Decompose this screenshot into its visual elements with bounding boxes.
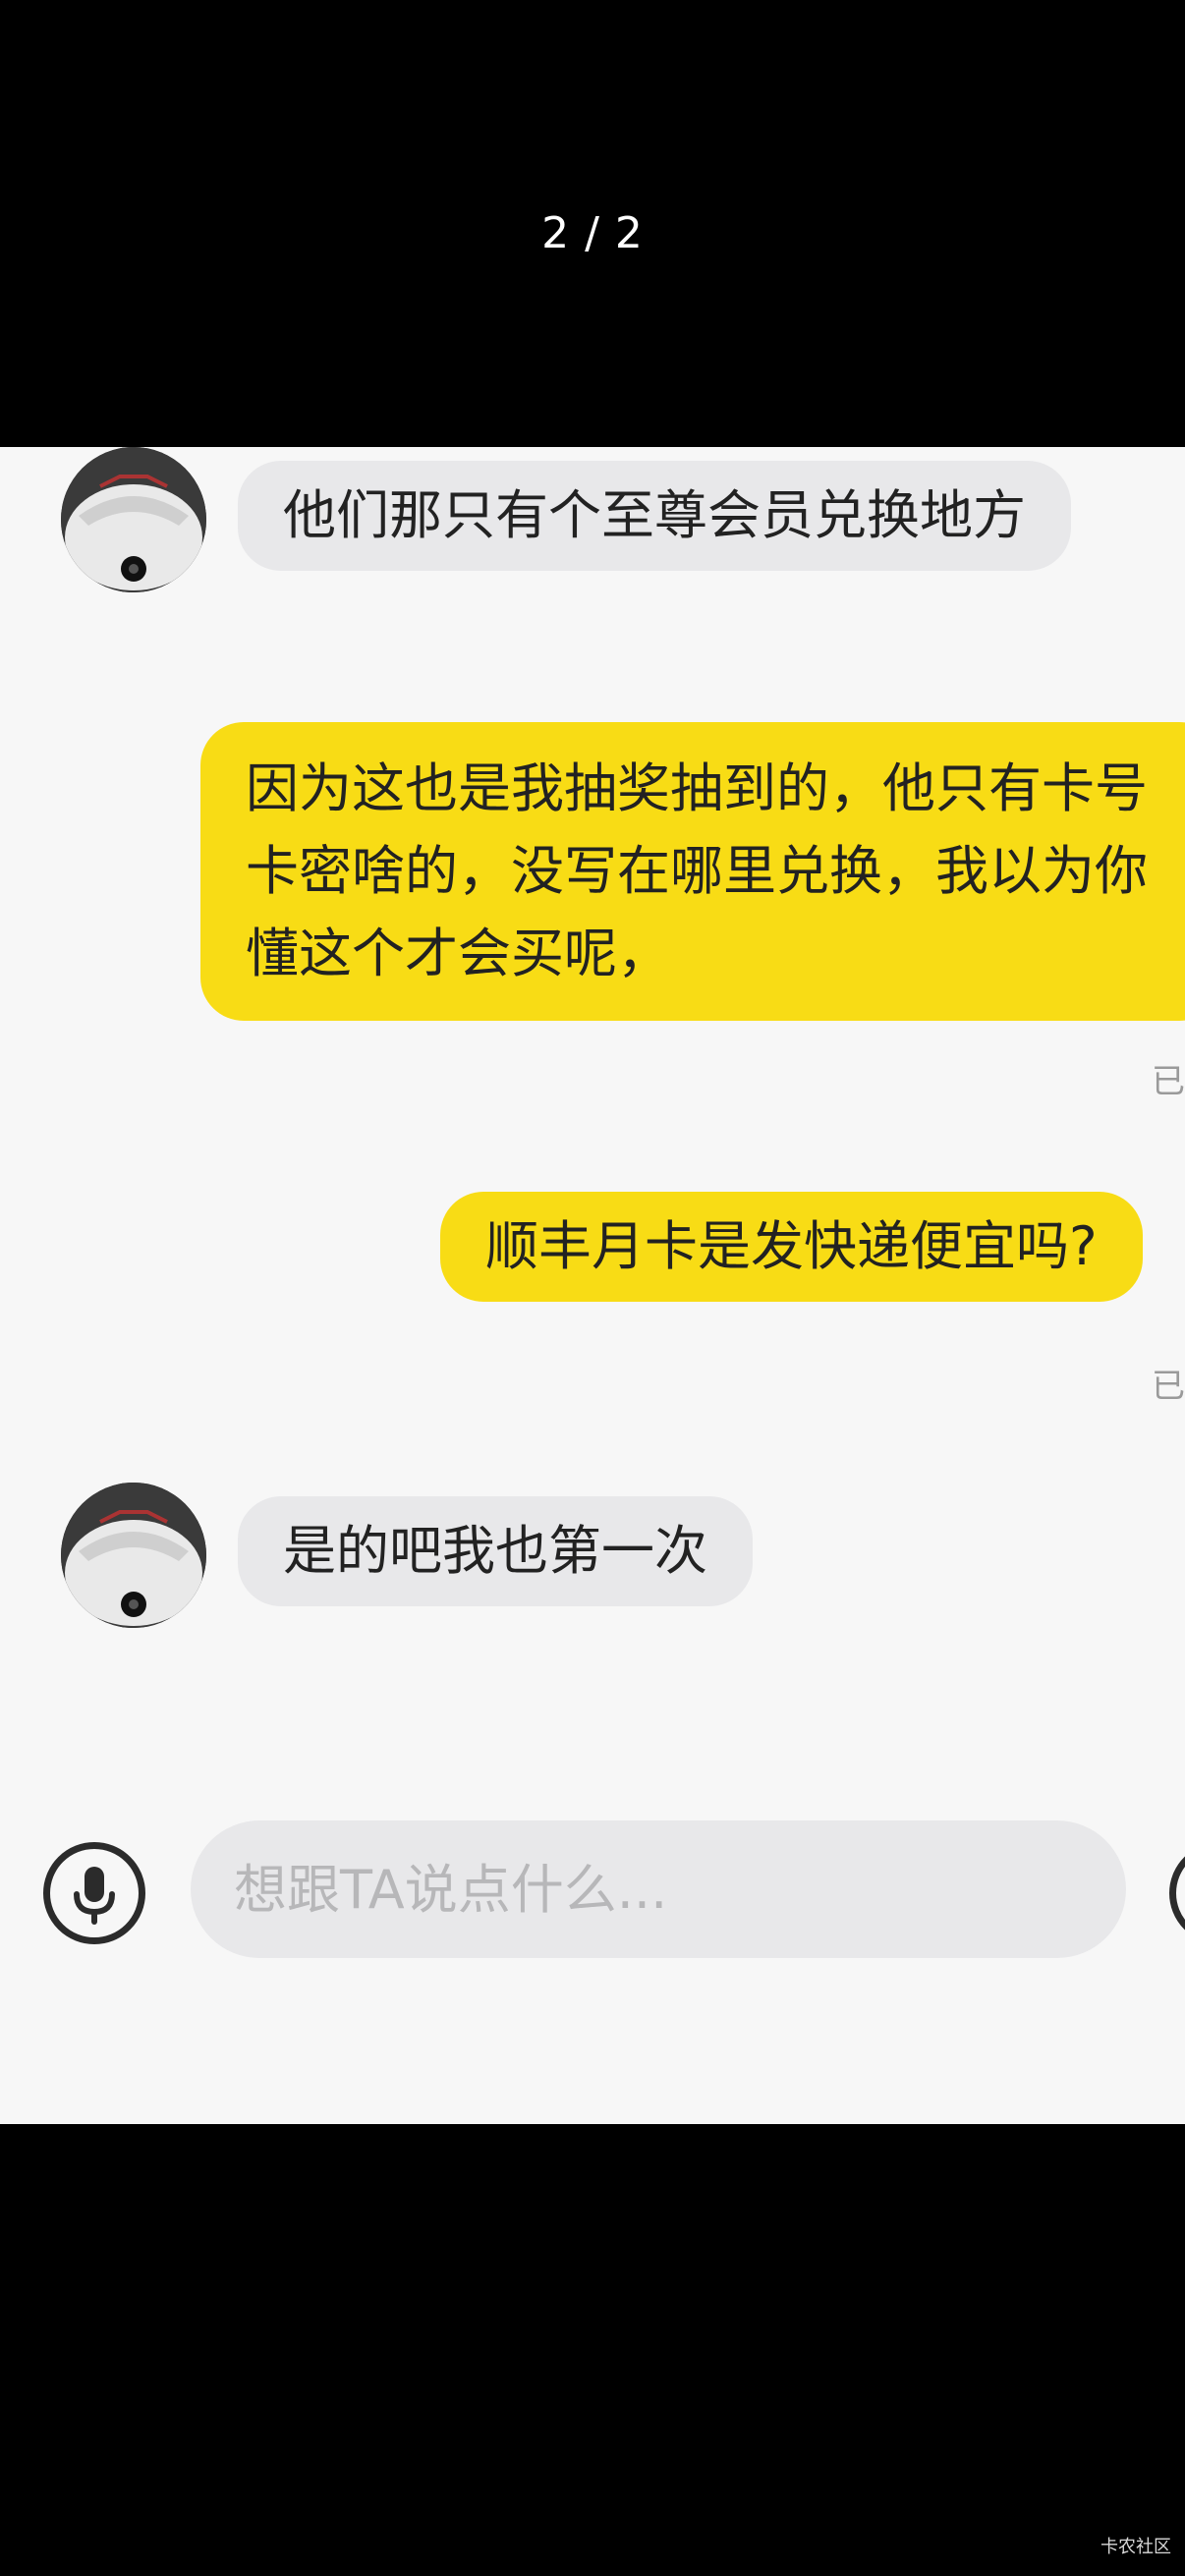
received-message-bubble[interactable]: 他们那只有个至尊会员兑换地方 (238, 461, 1071, 571)
read-status: 已 (1152, 1062, 1185, 1101)
sent-message-bubble[interactable]: 因为这也是我抽奖抽到的，他只有卡号卡密啥的，没写在哪里兑换，我以为你懂这个才会买… (200, 722, 1185, 1021)
contact-avatar[interactable] (61, 447, 206, 592)
microphone-icon (74, 1867, 115, 1925)
viewer-bottom-bar: 卡农社区 (0, 2124, 1185, 2576)
viewer-top-bar: 2 / 2 (0, 0, 1185, 447)
page-counter: 2 / 2 (541, 208, 644, 258)
read-status: 已 (1152, 1367, 1185, 1406)
message-input[interactable] (191, 1820, 1126, 1958)
watermark: 卡农社区 (1100, 2537, 1171, 2557)
contact-avatar[interactable] (61, 1483, 206, 1628)
received-message-bubble[interactable]: 是的吧我也第一次 (238, 1496, 753, 1606)
chat-screenshot: 他们那只有个至尊会员兑换地方 因为这也是我抽奖抽到的，他只有卡号卡密啥的，没写在… (0, 447, 1185, 2124)
voice-button[interactable] (43, 1842, 145, 1944)
emoji-button[interactable] (1169, 1842, 1185, 1944)
sent-message-bubble[interactable]: 顺丰月卡是发快递便宜吗? (440, 1192, 1143, 1302)
